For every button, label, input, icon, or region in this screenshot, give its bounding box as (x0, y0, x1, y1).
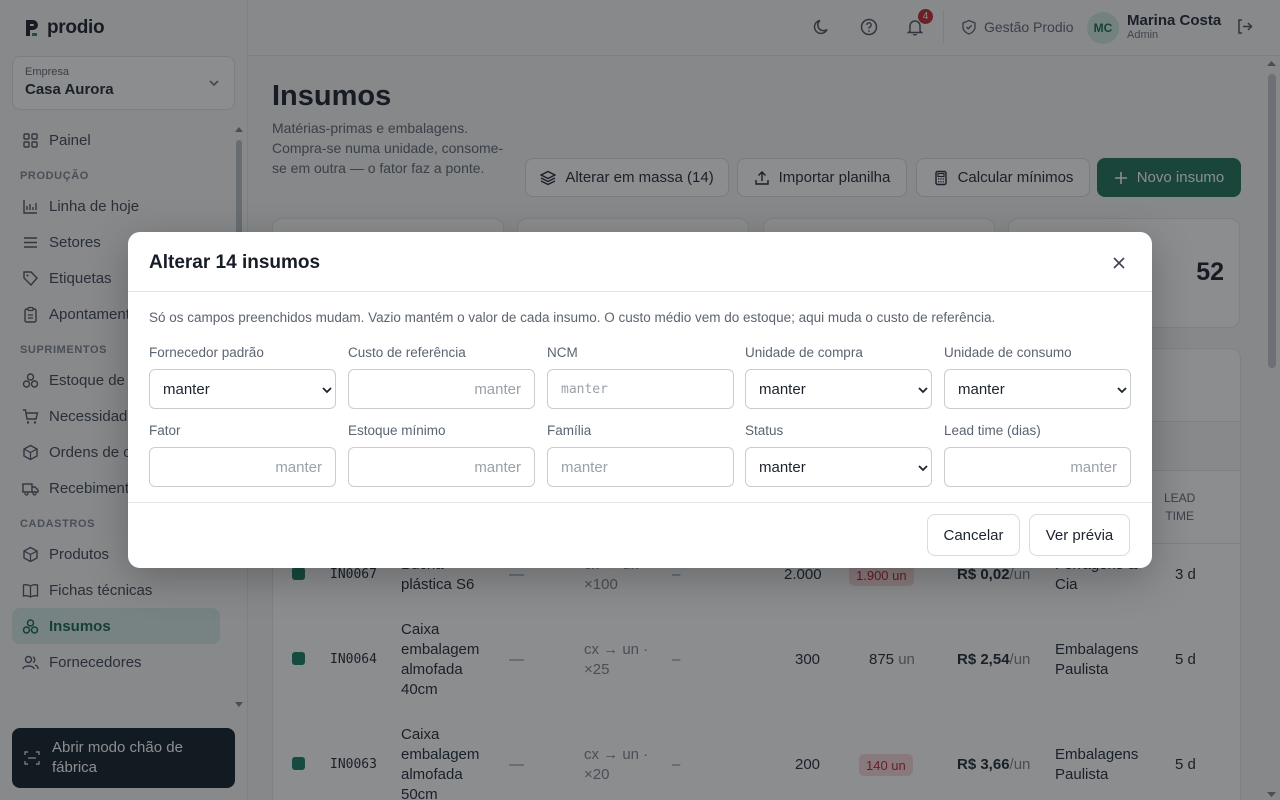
label-unidade-compra: Unidade de compra (745, 345, 863, 360)
select-value: manter (759, 458, 806, 476)
select-value: manter (759, 380, 806, 398)
input-placeholder: manter (474, 380, 521, 398)
input-placeholder: manter (1070, 458, 1117, 476)
select-value: manter (958, 380, 1005, 398)
modal-title: Alterar 14 insumos (149, 252, 321, 273)
label-estoque-minimo: Estoque mínimo (348, 423, 446, 438)
label-fator: Fator (149, 423, 181, 438)
chevron-down-icon (1117, 387, 1127, 394)
fornecedor-select[interactable]: manter (149, 369, 336, 409)
input-placeholder: manter (474, 458, 521, 476)
custo-input[interactable]: manter (348, 369, 535, 409)
fator-input[interactable]: manter (149, 447, 336, 487)
cancel-button[interactable]: Cancelar (927, 514, 1020, 556)
modal-divider (128, 291, 1152, 292)
chevron-down-icon (918, 387, 928, 394)
label-status: Status (745, 423, 784, 438)
input-placeholder: manter (561, 458, 608, 476)
status-select[interactable]: manter (745, 447, 932, 487)
label-ncm: NCM (547, 345, 578, 360)
modal-divider (128, 502, 1152, 503)
input-placeholder: manter (561, 381, 608, 397)
bulk-edit-modal: Alterar 14 insumos Só os campos preenchi… (128, 232, 1152, 568)
label-lead-time: Lead time (dias) (944, 423, 1041, 438)
chevron-down-icon (322, 387, 332, 394)
label-familia: Família (547, 423, 592, 438)
chevron-down-icon (918, 465, 928, 472)
ncm-input[interactable]: manter (547, 369, 734, 409)
select-value: manter (163, 380, 210, 398)
modal-note: Só os campos preenchidos mudam. Vazio ma… (149, 310, 996, 325)
unidade-compra-select[interactable]: manter (745, 369, 932, 409)
unidade-consumo-select[interactable]: manter (944, 369, 1131, 409)
close-icon[interactable] (1109, 253, 1129, 273)
label-custo: Custo de referência (348, 345, 466, 360)
label-fornecedor: Fornecedor padrão (149, 345, 264, 360)
input-placeholder: manter (275, 458, 322, 476)
estoque-minimo-input[interactable]: manter (348, 447, 535, 487)
preview-button[interactable]: Ver prévia (1029, 514, 1130, 556)
familia-input[interactable]: manter (547, 447, 734, 487)
label-unidade-consumo: Unidade de consumo (944, 345, 1072, 360)
lead-time-input[interactable]: manter (944, 447, 1131, 487)
